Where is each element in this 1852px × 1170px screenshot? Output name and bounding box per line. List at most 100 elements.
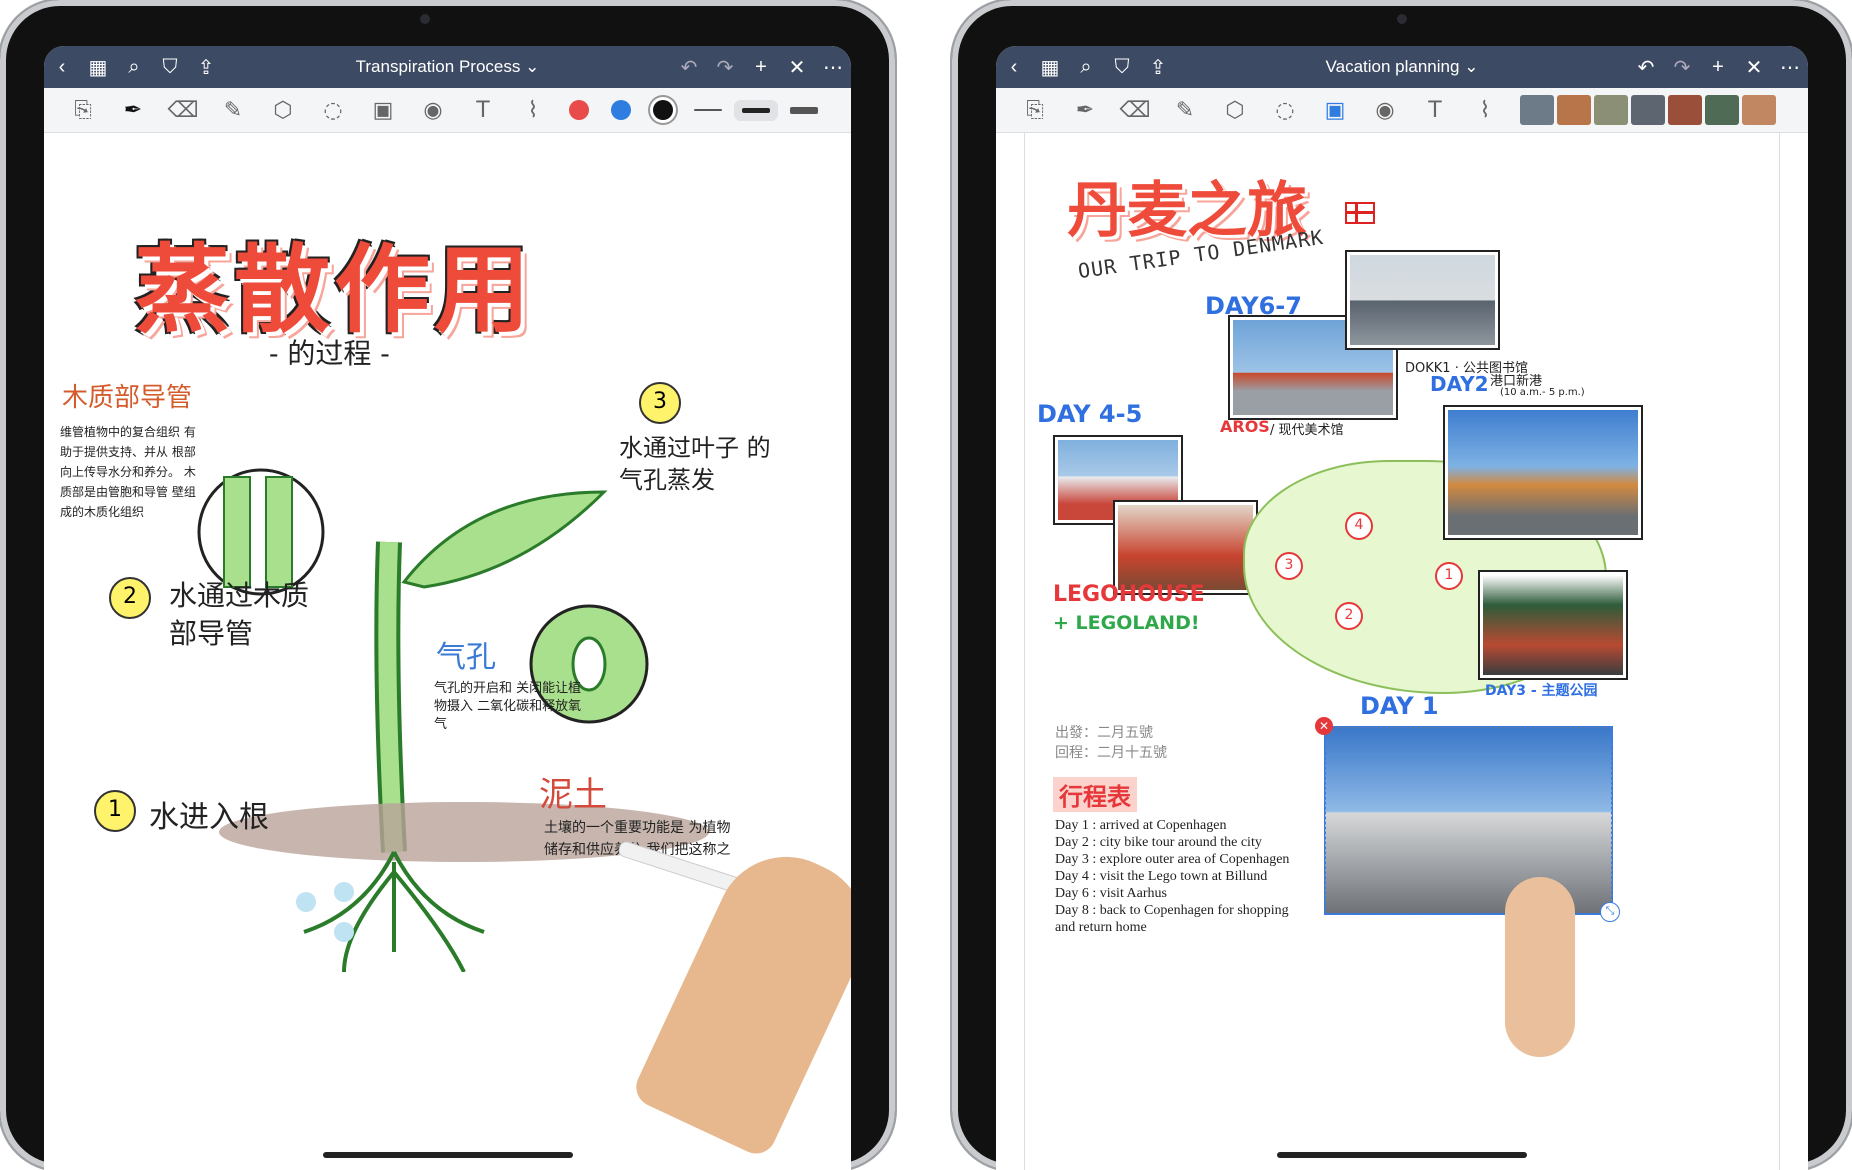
itinerary-item: Day 1 : arrived at Copenhagen	[1055, 818, 1227, 833]
step-2-badge: 2	[109, 577, 151, 619]
sidebar-icon[interactable]: ⎘	[58, 92, 108, 128]
photo-thumbnail[interactable]	[1557, 95, 1591, 125]
lasso-icon[interactable]: ◌	[1260, 92, 1310, 128]
denmark-flag-icon	[1345, 202, 1375, 224]
close-icon[interactable]: ✕	[779, 55, 815, 80]
delete-photo-icon[interactable]: ✕	[1315, 717, 1333, 735]
right-note-page[interactable]: 丹麦之旅 OUR TRIP TO DENMARK DAY6-7 DOKK1 · …	[1024, 132, 1780, 1170]
camera-icon[interactable]: ◉	[1360, 92, 1410, 128]
departure-note: 出發：二月五號	[1055, 725, 1153, 741]
eraser-icon[interactable]: ⌫	[1110, 92, 1160, 128]
itinerary-item: and return home	[1055, 920, 1147, 935]
nyhavn-photo[interactable]	[1445, 407, 1641, 538]
thickness-medium[interactable]	[742, 107, 770, 113]
redo-icon[interactable]: ↷	[1664, 55, 1700, 80]
grid-icon[interactable]: ▦	[1032, 55, 1068, 80]
return-note: 回程：二月十五號	[1055, 745, 1167, 761]
selected-photo-day1[interactable]	[1325, 727, 1612, 914]
pen-icon[interactable]: ✒	[108, 92, 158, 128]
step-1-badge: 1	[94, 790, 136, 832]
dokk1-photo[interactable]	[1347, 252, 1498, 348]
note-subtitle: - 的过程 -	[269, 337, 390, 370]
legoland-photo[interactable]	[1115, 502, 1256, 593]
front-camera	[420, 14, 430, 24]
home-indicator	[322, 1152, 573, 1158]
map-marker-4: 4	[1345, 512, 1373, 540]
bookmark-icon[interactable]: ⛉	[152, 56, 188, 79]
add-page-icon[interactable]: +	[1700, 56, 1736, 79]
right-toolbar: ⎘ ✒ ⌫ ✎ ⬡ ◌ ▣ ◉ T ⌇	[996, 88, 1808, 133]
finger-touch	[1505, 877, 1575, 1057]
document-title[interactable]: Vacation planning	[1326, 57, 1460, 76]
bookmark-icon[interactable]: ⛉	[1104, 56, 1140, 79]
pen-icon[interactable]: ✒	[1060, 92, 1110, 128]
undo-icon[interactable]: ↶	[1628, 55, 1664, 80]
text-icon[interactable]: T	[1410, 92, 1460, 128]
day2-time: (10 a.m.- 5 p.m.)	[1500, 387, 1585, 398]
itinerary-item: Day 4 : visit the Lego town at Billund	[1055, 869, 1268, 884]
map-marker-2: 2	[1335, 602, 1363, 630]
itinerary-item: Day 2 : city bike tour around the city	[1055, 835, 1262, 850]
thickness-thin[interactable]	[694, 109, 722, 111]
front-camera	[1397, 14, 1407, 24]
search-icon[interactable]: ⌕	[116, 56, 152, 79]
eraser-icon[interactable]: ⌫	[158, 92, 208, 128]
photo-thumbnail[interactable]	[1742, 95, 1776, 125]
highlighter-icon[interactable]: ✎	[208, 92, 258, 128]
laser-icon[interactable]: ⌇	[1460, 92, 1510, 128]
chevron-down-icon[interactable]: ⌄	[525, 57, 539, 76]
more-icon[interactable]: ⋯	[815, 55, 851, 80]
add-page-icon[interactable]: +	[743, 56, 779, 79]
photo-thumbnail[interactable]	[1594, 95, 1628, 125]
itinerary-item: Day 6 : visit Aarhus	[1055, 886, 1167, 901]
legoland-label: + LEGOLAND!	[1053, 612, 1200, 634]
color-blue-swatch[interactable]	[611, 100, 631, 120]
sidebar-icon[interactable]: ⎘	[1010, 92, 1060, 128]
xylem-note: 水通过木质 部导管	[169, 579, 310, 650]
more-icon[interactable]: ⋯	[1772, 55, 1808, 80]
share-icon[interactable]: ⇪	[1140, 55, 1176, 80]
photo-thumbnail[interactable]	[1631, 95, 1665, 125]
map-marker-1: 1	[1435, 562, 1463, 590]
left-screen: ‹ ▦ ⌕ ⛉ ⇪ Transpiration Process ⌄ ↶ ↷ + …	[44, 46, 851, 1170]
redo-icon[interactable]: ↷	[707, 55, 743, 80]
thickness-thick[interactable]	[790, 106, 818, 114]
itinerary-heading: 行程表	[1053, 777, 1137, 812]
text-icon[interactable]: T	[458, 92, 508, 128]
close-icon[interactable]: ✕	[1736, 55, 1772, 80]
undo-icon[interactable]: ↶	[671, 55, 707, 80]
lasso-icon[interactable]: ◌	[308, 92, 358, 128]
share-icon[interactable]: ⇪	[188, 55, 224, 80]
highlighter-icon[interactable]: ✎	[1160, 92, 1210, 128]
itinerary-list: Day 1 : arrived at Copenhagen Day 2 : ci…	[1055, 817, 1289, 936]
back-icon[interactable]: ‹	[996, 56, 1032, 79]
photo-thumbnail[interactable]	[1520, 95, 1554, 125]
image-icon[interactable]: ▣	[358, 92, 408, 128]
back-icon[interactable]: ‹	[44, 56, 80, 79]
tivoli-photo[interactable]	[1480, 572, 1626, 678]
photo-thumbnail[interactable]	[1705, 95, 1739, 125]
note-title: 蒸散作用	[134, 233, 534, 346]
image-icon[interactable]: ▣	[1310, 92, 1360, 128]
right-ipad: ‹ ▦ ⌕ ⛉ ⇪ Vacation planning ⌄ ↶ ↷ + ✕ ⋯ …	[952, 0, 1852, 1170]
day2-label: DAY2	[1430, 372, 1489, 396]
chevron-down-icon[interactable]: ⌄	[1464, 57, 1478, 76]
color-black-swatch[interactable]	[653, 100, 673, 120]
color-red-swatch[interactable]	[569, 100, 589, 120]
itinerary-item: Day 8 : back to Copenhagen for shopping	[1055, 903, 1289, 918]
map-marker-3: 3	[1275, 552, 1303, 580]
resize-handle-icon[interactable]: ⤡	[1600, 902, 1620, 922]
grid-icon[interactable]: ▦	[80, 55, 116, 80]
laser-icon[interactable]: ⌇	[508, 92, 558, 128]
right-navbar: ‹ ▦ ⌕ ⛉ ⇪ Vacation planning ⌄ ↶ ↷ + ✕ ⋯	[996, 46, 1808, 88]
search-icon[interactable]: ⌕	[1068, 56, 1104, 79]
day6-7-label: DAY6-7	[1205, 292, 1302, 320]
leaf-note: 水通过叶子 的气孔蒸发	[619, 434, 771, 494]
photo-thumbnail[interactable]	[1668, 95, 1702, 125]
camera-icon[interactable]: ◉	[408, 92, 458, 128]
left-note-page[interactable]: 蒸散作用 - 的过程 - 木质部导管 维管植物中的复合组织 有助于提供支持、并从…	[44, 132, 851, 1170]
photo-thumbnails	[1520, 95, 1779, 125]
shapes-icon[interactable]: ⬡	[258, 92, 308, 128]
document-title[interactable]: Transpiration Process	[356, 57, 521, 76]
shapes-icon[interactable]: ⬡	[1210, 92, 1260, 128]
